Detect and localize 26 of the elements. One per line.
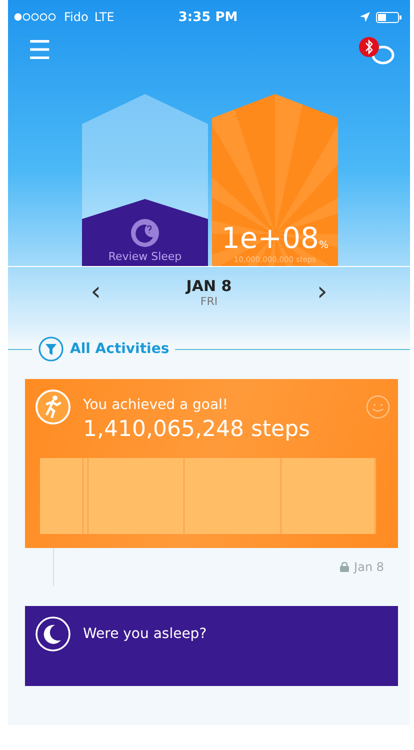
carrier-name: Fido (64, 10, 88, 24)
location-icon (360, 12, 370, 22)
battery-icon (376, 12, 402, 22)
moon-question-icon (130, 218, 160, 248)
date-label: JAN 8 (186, 276, 232, 294)
moon-icon (35, 616, 71, 652)
network-type: LTE (94, 10, 114, 24)
signal-icon (14, 13, 58, 21)
steps-count: 1,410,065,248 steps (83, 417, 311, 442)
sleep-card[interactable]: Were you asleep? (25, 606, 398, 686)
device-sync-icon[interactable] (358, 36, 396, 66)
weekday-label: FRI (200, 294, 218, 308)
menu-button[interactable]: ☰ (28, 38, 52, 64)
previous-day-button[interactable]: ‹ (86, 279, 105, 305)
lock-icon (340, 562, 350, 572)
steps-percent: 1e+08% (221, 223, 328, 255)
card-title: You achieved a goal! (83, 396, 230, 413)
card-date: Jan 8 (354, 560, 384, 574)
filter-button[interactable]: All Activities (38, 336, 170, 362)
runner-icon (35, 389, 71, 425)
status-time: 3:35 PM (178, 10, 238, 24)
sleep-label: Review Sleep (108, 250, 182, 263)
card-title: Were you asleep? (83, 626, 207, 642)
sleep-tower[interactable]: Review Sleep (82, 199, 208, 266)
next-day-button[interactable]: › (313, 279, 332, 305)
filter-icon (38, 336, 64, 362)
